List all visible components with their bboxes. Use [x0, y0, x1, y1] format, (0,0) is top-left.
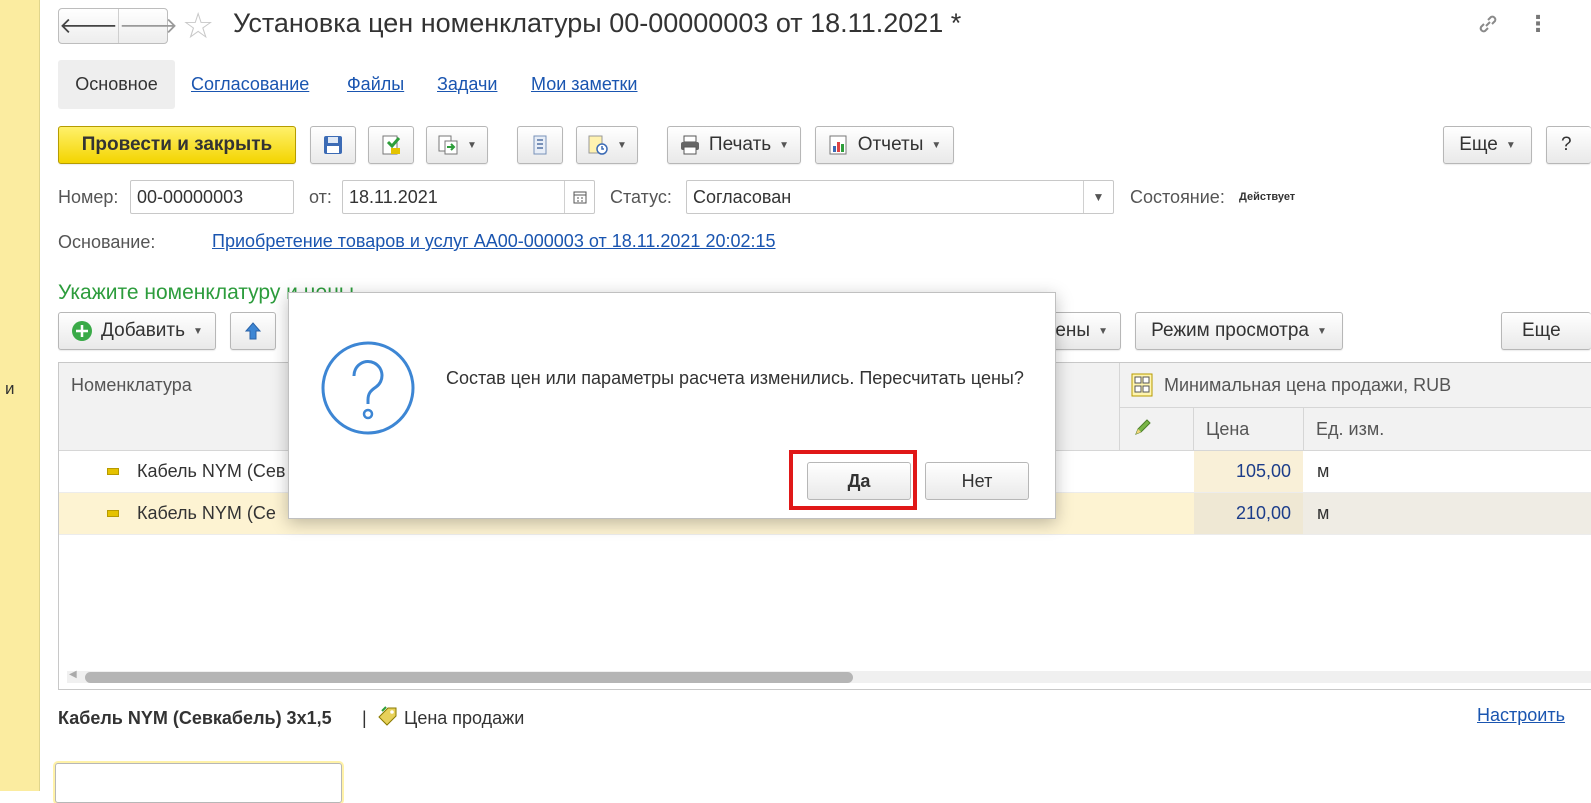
column-price[interactable]: Цена: [1206, 419, 1249, 440]
tab-files[interactable]: Файлы: [347, 74, 404, 95]
basis-label: Основание:: [58, 232, 156, 252]
scrollbar-thumb[interactable]: [85, 672, 853, 683]
forward-arrow-icon[interactable]: 🡒: [118, 9, 178, 43]
scroll-left-icon[interactable]: ◀: [69, 669, 77, 680]
row-price: 210,00: [1235, 503, 1291, 523]
bottom-input-box[interactable]: [55, 763, 342, 803]
column-nomenclature[interactable]: Номенклатура: [71, 375, 192, 396]
row-nomenclature: Кабель NYM (Сев: [137, 461, 286, 481]
view-mode-label: Режим просмотра: [1151, 320, 1309, 341]
row-price: 105,00: [1235, 461, 1291, 481]
help-button[interactable]: ?: [1546, 126, 1591, 164]
dialog-message: Состав цен или параметры расчета изменил…: [446, 368, 1024, 388]
table-more-button[interactable]: Еще: [1501, 312, 1591, 350]
date-label: от:: [309, 187, 332, 207]
add-button[interactable]: Добавить ▼: [58, 312, 216, 350]
tab-tasks[interactable]: Задачи: [437, 74, 497, 95]
column-group-min-price: Минимальная цена продажи, RUB: [1164, 375, 1452, 395]
state-label: Состояние:: [1130, 187, 1225, 207]
chevron-down-icon: ▼: [617, 139, 627, 151]
left-side-panel: и: [0, 0, 40, 791]
status-value: Согласован: [693, 187, 792, 207]
configure-link[interactable]: Настроить: [1477, 705, 1565, 726]
chevron-down-icon: ▼: [1316, 325, 1327, 337]
favorite-star-icon[interactable]: ☆: [182, 6, 214, 46]
date-field[interactable]: 18.11.2021: [342, 180, 595, 214]
history-navigation: 🡐 🡒: [58, 8, 178, 44]
back-arrow-icon[interactable]: 🡐: [59, 9, 118, 43]
documents-history-button[interactable]: ▼: [576, 126, 638, 164]
structure-button[interactable]: [517, 126, 563, 164]
row-unit: м: [1317, 461, 1330, 481]
number-field[interactable]: 00-00000003: [130, 180, 294, 214]
chevron-down-icon: ▼: [1098, 325, 1108, 337]
post-and-close-button[interactable]: Провести и закрыть: [58, 126, 296, 164]
chevron-down-icon: ▼: [1505, 139, 1516, 151]
selected-item-name: Кабель NYM (Севкабель) 3х1,5: [58, 708, 332, 728]
post-button[interactable]: [368, 126, 414, 164]
question-icon: [320, 340, 416, 442]
reports-button[interactable]: Отчеты ▼: [815, 126, 954, 164]
item-marker-icon: [107, 468, 119, 475]
reports-label: Отчеты: [857, 134, 924, 155]
report-icon: [828, 134, 850, 156]
confirm-dialog: Состав цен или параметры расчета изменил…: [288, 292, 1056, 519]
more-label: Еще: [1459, 134, 1498, 155]
tab-my-notes[interactable]: Мои заметки: [531, 74, 638, 95]
more-actions-icon[interactable]: ⋮: [1527, 10, 1549, 38]
print-button[interactable]: Печать ▼: [667, 126, 801, 164]
status-select[interactable]: Согласован ▼: [686, 180, 1114, 214]
no-button[interactable]: Нет: [925, 462, 1029, 500]
chevron-down-icon: ▼: [193, 325, 203, 337]
price-tag-icon: [376, 705, 400, 733]
link-icon[interactable]: [1476, 12, 1500, 42]
move-up-button[interactable]: [230, 312, 276, 350]
item-marker-icon: [107, 510, 119, 517]
create-based-icon: [437, 134, 459, 156]
row-unit: м: [1317, 503, 1330, 523]
price-type-label: Цена продажи: [404, 708, 525, 728]
chevron-down-icon: ▼: [467, 139, 477, 151]
tab-approval[interactable]: Согласование: [191, 74, 309, 95]
save-button[interactable]: [310, 126, 356, 164]
arrow-up-icon: [244, 321, 262, 341]
chevron-down-icon: ▼: [779, 139, 790, 151]
tab-main[interactable]: Основное: [58, 60, 175, 109]
chevron-down-icon[interactable]: ▼: [1083, 181, 1113, 213]
basis-document-link[interactable]: Приобретение товаров и услуг АА00-000003…: [212, 231, 776, 252]
document-clock-icon: [587, 134, 609, 156]
row-nomenclature: Кабель NYM (Се: [137, 503, 276, 523]
chevron-down-icon: ▼: [931, 139, 942, 151]
add-label: Добавить: [101, 320, 186, 341]
document-structure-icon: [530, 134, 550, 156]
date-value: 18.11.2021: [349, 187, 438, 207]
footer-separator: |: [362, 708, 367, 728]
yes-button[interactable]: Да: [807, 462, 911, 500]
printer-icon: [679, 135, 701, 155]
save-icon: [322, 134, 344, 156]
page-title: Установка цен номенклатуры 00-00000003 о…: [233, 8, 962, 38]
print-label: Печать: [708, 134, 772, 155]
add-circle-icon: [71, 320, 93, 342]
state-value: Действует: [1239, 191, 1296, 203]
post-document-icon: [380, 134, 402, 156]
status-label: Статус:: [610, 187, 672, 207]
more-button[interactable]: Еще ▼: [1443, 126, 1532, 164]
view-mode-button[interactable]: Режим просмотра ▼: [1135, 312, 1343, 350]
calendar-icon[interactable]: [564, 181, 594, 213]
number-label: Номер:: [58, 187, 119, 207]
left-strip-label: и: [5, 379, 15, 398]
pencil-icon[interactable]: [1133, 417, 1153, 443]
create-based-on-button[interactable]: ▼: [426, 126, 488, 164]
price-type-icon: [1131, 373, 1153, 397]
column-unit[interactable]: Ед. изм.: [1316, 419, 1384, 440]
